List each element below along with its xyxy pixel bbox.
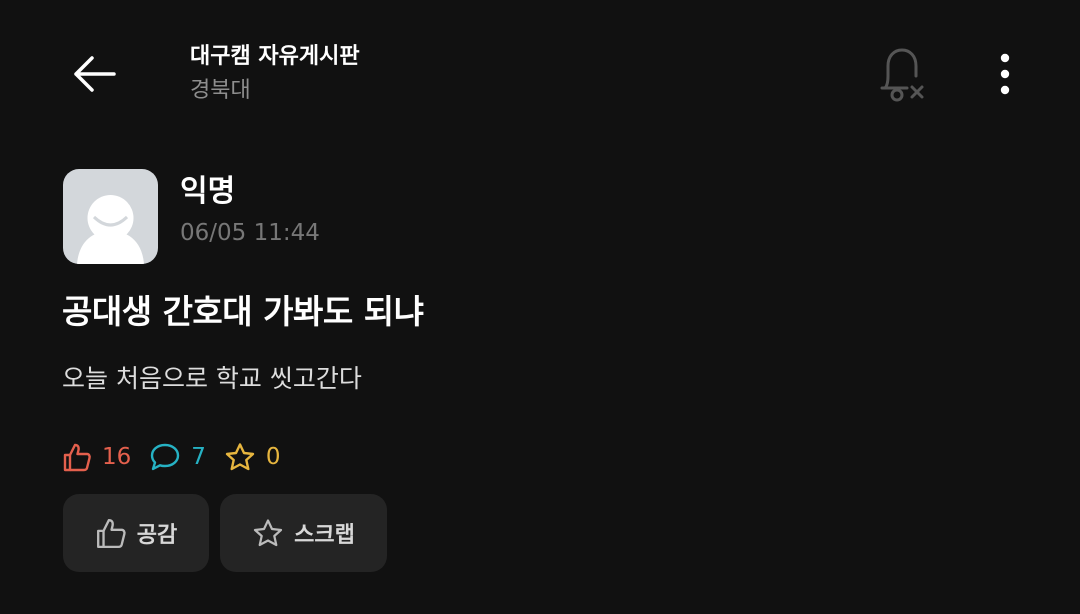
post-body: 오늘 처음으로 학교 씻고간다 — [62, 364, 362, 393]
post-screen: 대구캠 자유게시판 경북대 익명 06/05 11:44 공대생 간호대 가봐도… — [0, 0, 1080, 614]
star-icon — [225, 443, 255, 471]
notification-button[interactable] — [874, 44, 930, 104]
header-titles: 대구캠 자유게시판 경북대 — [190, 42, 360, 106]
like-count-value: 16 — [102, 444, 132, 470]
like-button-label: 공감 — [136, 523, 178, 548]
board-title: 대구캠 자유게시판 — [190, 44, 360, 69]
post-stats: 16 7 0 — [62, 440, 299, 474]
post-title: 공대생 간호대 가봐도 되냐 — [62, 292, 424, 331]
more-vertical-icon — [1000, 53, 1010, 95]
comment-count: 7 — [149, 442, 206, 472]
post-timestamp: 06/05 11:44 — [180, 220, 320, 246]
scrap-button[interactable]: 스크랩 — [220, 494, 387, 572]
author-name: 익명 — [180, 174, 236, 209]
more-options-button[interactable] — [982, 48, 1028, 100]
thumbs-up-icon — [63, 443, 91, 472]
scrap-count-value: 0 — [265, 444, 281, 470]
scrap-count: 0 — [224, 442, 281, 472]
thumbs-up-icon — [96, 519, 126, 549]
comment-count-value: 7 — [191, 444, 206, 470]
scrap-button-label: 스크랩 — [294, 523, 355, 548]
arrow-left-icon — [74, 56, 116, 92]
star-icon — [254, 519, 283, 547]
like-count: 16 — [62, 442, 131, 472]
default-profile-icon — [77, 195, 144, 264]
comment-bubble-icon — [151, 443, 180, 471]
avatar — [63, 169, 158, 264]
school-name: 경북대 — [190, 78, 251, 103]
back-button[interactable] — [66, 50, 122, 98]
like-button[interactable]: 공감 — [63, 494, 209, 572]
bell-off-icon — [880, 48, 924, 102]
